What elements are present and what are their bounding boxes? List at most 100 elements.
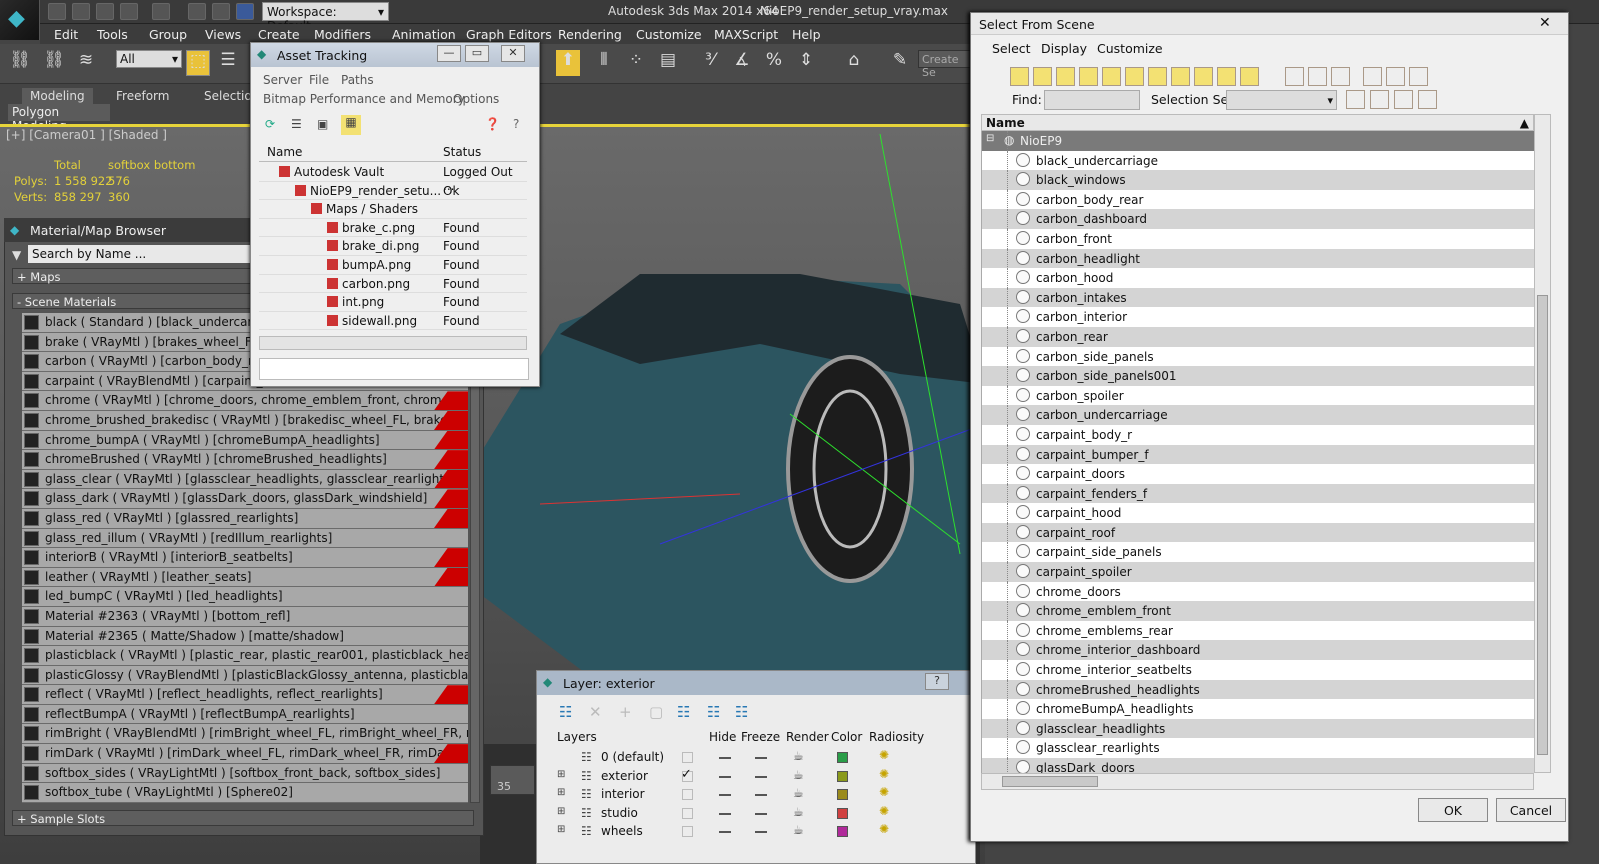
help-icon[interactable]: ?: [925, 673, 949, 690]
layer-color-swatch[interactable]: [837, 770, 848, 782]
scene-object-row[interactable]: chromeBrushed_headlights: [982, 679, 1534, 700]
scene-list-vscrollbar[interactable]: [1534, 114, 1551, 773]
material-row[interactable]: leather ( VRayMtl ) [leather_seats]: [22, 567, 468, 588]
hide-toggle[interactable]: [719, 831, 731, 834]
menu-file[interactable]: File: [309, 73, 329, 87]
radiosity-icon[interactable]: ✺: [879, 767, 889, 781]
scene-object-row[interactable]: carbon_side_panels001: [982, 366, 1534, 387]
menu-options[interactable]: Options: [453, 92, 499, 106]
menu-animation[interactable]: Animation: [392, 27, 456, 42]
hide-toggle[interactable]: [719, 757, 731, 759]
find-input[interactable]: [1044, 90, 1140, 110]
selection-set-options-icon[interactable]: [1418, 90, 1437, 109]
menu-select[interactable]: Select: [992, 41, 1031, 56]
material-row[interactable]: chrome ( VRayMtl ) [chrome_doors, chrome…: [22, 391, 468, 411]
render-teapot-icon[interactable]: ☕: [793, 805, 804, 819]
asset-row[interactable]: sidewall.png Found: [259, 312, 527, 331]
scene-list-hscrollbar[interactable]: [981, 773, 1534, 790]
layer-titlebar[interactable]: ◆ Layer: exterior ?: [537, 671, 975, 695]
list-view-icon[interactable]: ☰: [291, 117, 302, 131]
material-row[interactable]: chrome_bumpA ( VRayMtl ) [chromeBumpA_he…: [22, 430, 468, 451]
material-row[interactable]: led_bumpC ( VRayMtl ) [led_headlights]: [22, 587, 468, 607]
expand-icon[interactable]: ⊞: [557, 787, 565, 798]
scene-object-row[interactable]: carpaint_hood: [982, 503, 1534, 524]
material-row[interactable]: interiorB ( VRayMtl ) [interiorB_seatbel…: [22, 548, 468, 568]
scene-object-row[interactable]: carbon_undercarriage: [982, 405, 1534, 426]
menu-paths[interactable]: Paths: [341, 73, 374, 87]
freeze-toggle[interactable]: [755, 757, 767, 759]
hide-toggle[interactable]: [719, 775, 731, 778]
display-geometry-icon[interactable]: [1010, 67, 1029, 86]
spinner-snap-icon[interactable]: ⇕: [794, 50, 818, 76]
array-icon[interactable]: ⁘: [624, 50, 648, 76]
add-to-set-icon[interactable]: [1346, 90, 1365, 109]
asset-hscrollbar[interactable]: [259, 336, 527, 350]
collapse-icon[interactable]: ⊟: [986, 133, 994, 144]
material-row[interactable]: rimDark ( VRayMtl ) [rimDark_wheel_FL, r…: [22, 744, 468, 764]
freeze-toggle[interactable]: [755, 794, 767, 797]
create-selection-set-input[interactable]: Create Se: [918, 50, 978, 79]
hide-all-icon[interactable]: ☷: [707, 703, 720, 721]
scene-object-row[interactable]: carpaint_bumper_f: [982, 444, 1534, 465]
material-row[interactable]: glass_red_illum ( VRayMtl ) [redIllum_re…: [22, 528, 468, 549]
display-helpers-icon[interactable]: [1102, 67, 1121, 86]
select-none-icon[interactable]: [1308, 67, 1327, 86]
fetch-icon[interactable]: [212, 3, 230, 20]
bind-space-warp-icon[interactable]: ≋: [74, 50, 98, 76]
menu-server[interactable]: Server: [263, 73, 302, 87]
scene-object-row[interactable]: carbon_spoiler: [982, 385, 1534, 406]
freeze-toggle[interactable]: [755, 812, 767, 815]
scene-object-row[interactable]: glassclear_headlights: [982, 718, 1534, 739]
col-status[interactable]: Status: [443, 145, 481, 159]
scene-object-row[interactable]: carpaint_side_panels: [982, 542, 1534, 563]
layer-row[interactable]: ⊞ ☷ exterior ✓ ☕ ✺: [555, 767, 955, 786]
display-frozen-icon[interactable]: [1240, 67, 1259, 86]
layer-row[interactable]: ⊞ ☷ interior ☕ ✺: [555, 785, 955, 804]
asset-row[interactable]: brake_di.png Found: [259, 237, 527, 256]
scene-object-row[interactable]: chrome_doors: [982, 581, 1534, 602]
layer-current-checkbox[interactable]: [682, 789, 693, 801]
angle-snap-icon[interactable]: ∡: [730, 50, 754, 76]
hide-toggle[interactable]: [719, 794, 731, 797]
scene-object-row[interactable]: carbon_hood: [982, 268, 1534, 289]
layer-color-swatch[interactable]: [837, 752, 848, 763]
viewport-label[interactable]: [+] [Camera01 ] [Shaded ]: [6, 128, 167, 142]
close-icon[interactable]: ✕: [501, 45, 525, 62]
mirror-icon[interactable]: ⫴: [592, 50, 616, 76]
scene-object-row[interactable]: carbon_intakes: [982, 287, 1534, 308]
asset-tracking-titlebar[interactable]: ◆ Asset Tracking — ▭ ✕: [251, 43, 539, 67]
scene-object-row[interactable]: glassclear_rearlights: [982, 738, 1534, 759]
link-icon[interactable]: ⛓: [8, 50, 32, 76]
new-file-icon[interactable]: [48, 3, 66, 20]
menu-views[interactable]: Views: [205, 27, 241, 42]
asset-row[interactable]: Autodesk Vault Logged Out ...: [259, 163, 527, 193]
select-set-icon[interactable]: [1394, 90, 1413, 109]
material-row[interactable]: glass_clear ( VRayMtl ) [glassclear_head…: [22, 469, 468, 490]
polygon-modeling-panel[interactable]: Polygon Modeling: [8, 104, 110, 133]
col-name[interactable]: Name: [267, 145, 302, 159]
scene-list-header[interactable]: Name ▲: [981, 114, 1534, 131]
minimize-icon[interactable]: —: [437, 45, 461, 62]
scene-object-row[interactable]: chrome_emblems_rear: [982, 620, 1534, 641]
scene-object-row[interactable]: chrome_interior_seatbelts: [982, 660, 1534, 681]
help-icon[interactable]: ?: [513, 117, 519, 131]
highlight-layer-icon[interactable]: ☷: [677, 703, 690, 721]
scene-object-row[interactable]: carpaint_fenders_f: [982, 483, 1534, 504]
cancel-button[interactable]: Cancel: [1496, 798, 1566, 822]
radiosity-icon[interactable]: ✺: [879, 785, 889, 799]
radiosity-icon[interactable]: ✺: [879, 804, 889, 818]
filter-options-icon[interactable]: [1386, 67, 1405, 86]
freeze-all-icon[interactable]: ☷: [735, 703, 748, 721]
expand-icon[interactable]: ⊞: [557, 806, 565, 817]
reference-icon[interactable]: [236, 3, 254, 20]
layer-color-swatch[interactable]: [837, 807, 848, 819]
material-row[interactable]: glass_red ( VRayMtl ) [glassred_rearligh…: [22, 508, 468, 529]
hold-icon[interactable]: [188, 3, 206, 20]
menu-modifiers[interactable]: Modifiers: [314, 27, 371, 42]
scene-object-row[interactable]: chrome_interior_dashboard: [982, 640, 1534, 661]
asset-path-field[interactable]: [259, 358, 529, 380]
menu-edit[interactable]: Edit: [54, 27, 78, 42]
scene-object-row[interactable]: carpaint_roof: [982, 522, 1534, 543]
asset-row[interactable]: NioEP9_render_setu... Ok: [259, 182, 527, 201]
menu-display[interactable]: Display: [1041, 41, 1087, 56]
